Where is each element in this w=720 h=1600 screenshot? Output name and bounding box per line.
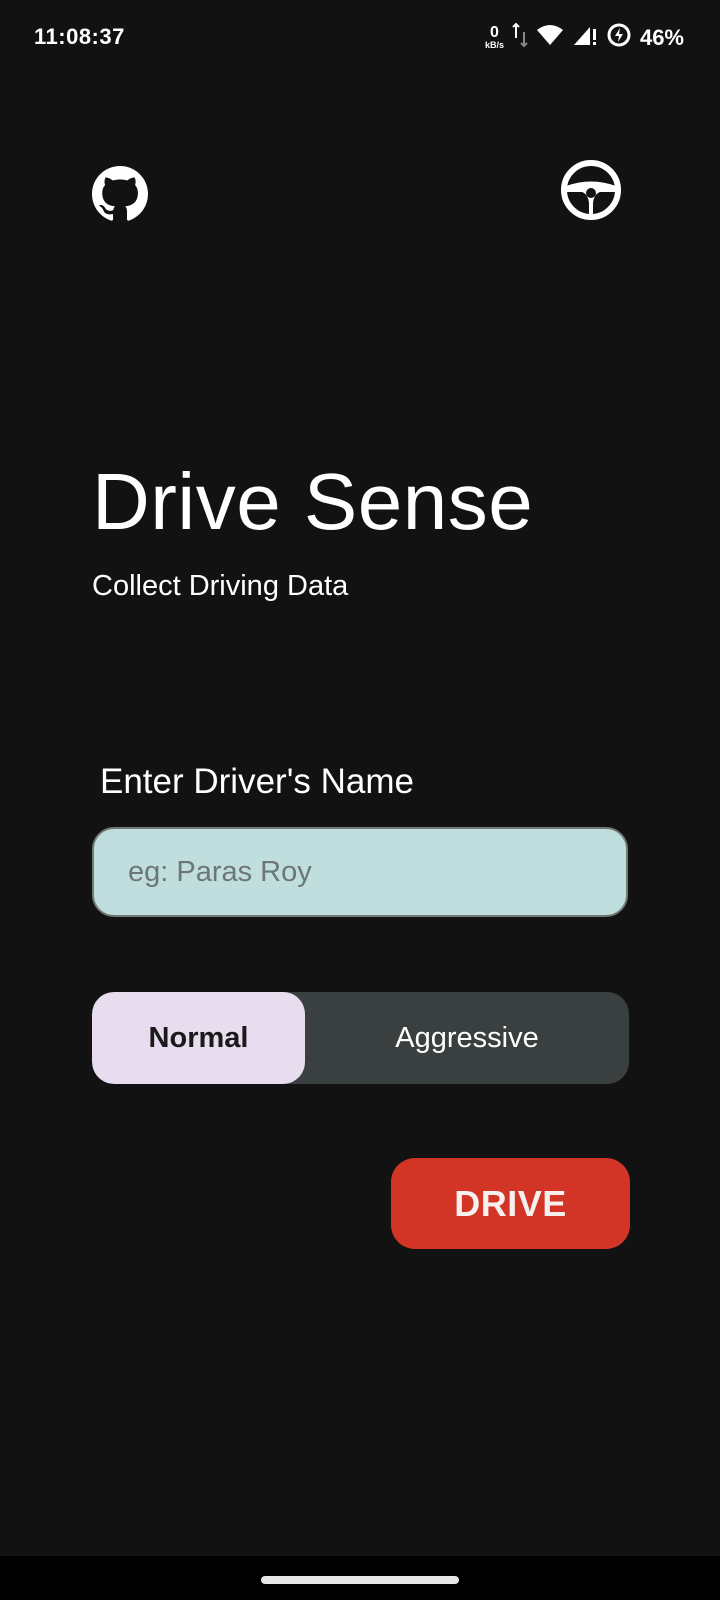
github-icon [91, 165, 149, 227]
battery-percent: 46% [639, 24, 684, 50]
status-bar: 11:08:37 0 kB/s 46% [0, 0, 720, 76]
battery-saver-icon [606, 22, 632, 53]
network-speed-value: 0 [489, 24, 499, 41]
status-time: 11:08:37 [34, 24, 125, 49]
mode-option-aggressive[interactable]: Aggressive [305, 992, 629, 1084]
driving-mode-toggle[interactable]: Normal Aggressive [92, 992, 629, 1084]
cellular-signal-icon [572, 23, 598, 52]
home-gesture-handle[interactable] [261, 1576, 459, 1584]
status-icons: 0 kB/s 46% [485, 22, 684, 53]
driver-name-label: Enter Driver's Name [100, 762, 414, 801]
network-speed: 0 kB/s [485, 25, 504, 50]
app-title: Drive Sense [92, 457, 534, 546]
wifi-icon [536, 23, 564, 52]
network-speed-unit: kB/s [484, 40, 504, 50]
navigation-bar [0, 1556, 720, 1600]
mode-option-normal[interactable]: Normal [92, 992, 305, 1084]
app-subtitle: Collect Driving Data [92, 570, 349, 602]
steering-wheel-button[interactable] [559, 159, 623, 226]
github-button[interactable] [88, 164, 152, 228]
drive-button[interactable]: DRIVE [391, 1158, 630, 1249]
steering-wheel-icon [560, 159, 622, 226]
data-transfer-icon [512, 22, 528, 53]
driver-name-input[interactable] [92, 827, 628, 917]
